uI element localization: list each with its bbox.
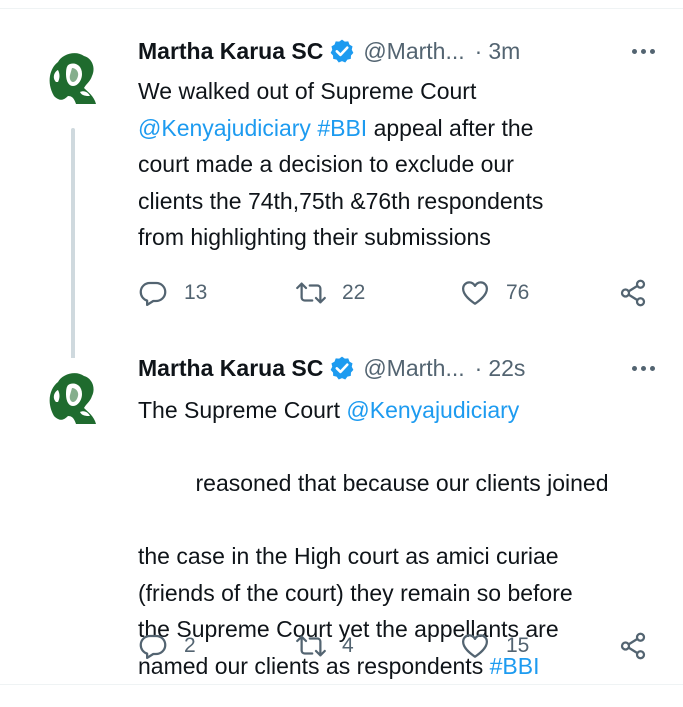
tweet-text: We walked out of Supreme Court @Kenyajud…: [138, 73, 663, 256]
reply-icon: [139, 634, 167, 659]
more-options-icon[interactable]: [632, 353, 655, 383]
reply-count: 13: [184, 281, 208, 304]
tweet-text-line: reasoned that because our clients joined: [138, 429, 663, 539]
bottom-divider: [0, 684, 683, 685]
reply-button[interactable]: 13: [138, 273, 207, 313]
tweet-actions: 2 4 15: [138, 626, 658, 666]
tweet-2[interactable]: Martha Karua SC @Marth... · 22s The Supr…: [0, 340, 683, 680]
tweet-header: Martha Karua SC @Marth... · 3m: [138, 36, 655, 66]
tweet-text-line: court made a decision to exclude our: [138, 146, 663, 183]
avatar[interactable]: [36, 358, 110, 432]
tweet-timestamp[interactable]: 3m: [488, 38, 520, 65]
author-handle[interactable]: @Marth...: [363, 355, 464, 382]
verified-badge-icon: [330, 39, 354, 63]
retweet-icon: [296, 635, 326, 657]
top-divider: [0, 8, 683, 9]
text-segment: court made a decision to exclude our: [138, 151, 514, 177]
text-segment: the case in the High court as amici curi…: [138, 543, 559, 569]
text-segment: We walked out of Supreme Court: [138, 78, 477, 104]
retweet-icon: [296, 282, 326, 304]
share-button[interactable]: [618, 273, 648, 313]
tweet-actions: 13 22 76: [138, 273, 658, 313]
text-segment: appeal after the: [367, 114, 534, 141]
share-icon: [620, 632, 646, 660]
like-button[interactable]: 76: [460, 273, 529, 313]
reply-button[interactable]: 2: [138, 626, 196, 666]
share-button[interactable]: [618, 626, 648, 666]
tweet-timestamp[interactable]: 22s: [488, 355, 525, 382]
verified-badge-icon: [330, 356, 354, 380]
text-segment: The Supreme Court: [138, 397, 347, 423]
tweet-text-line: the case in the High court as amici curi…: [138, 538, 663, 575]
avatar-portrait-icon: [36, 38, 110, 112]
tweet-text-line: We walked out of Supreme Court: [138, 73, 663, 110]
retweet-count: 4: [342, 634, 354, 657]
mention-link[interactable]: @Kenyajudiciary: [138, 115, 311, 141]
like-button[interactable]: 15: [460, 626, 529, 666]
reply-icon: [139, 281, 167, 306]
tweet-text-line: from highlighting their submissions: [138, 219, 663, 256]
tweet-text-line: (friends of the court) they remain so be…: [138, 575, 663, 612]
mention-link[interactable]: @Kenyajudiciary: [346, 397, 519, 423]
tweet-header: Martha Karua SC @Marth... · 22s: [138, 353, 655, 383]
tweet-thread: Martha Karua SC @Marth... · 3m We walked…: [0, 0, 683, 707]
like-heart-icon: [462, 634, 488, 658]
text-segment: from highlighting their submissions: [138, 224, 491, 250]
like-heart-icon: [462, 281, 488, 305]
header-separator: ·: [474, 354, 483, 381]
retweet-count: 22: [342, 281, 366, 304]
share-icon: [620, 279, 646, 307]
tweet-text-line: clients the 74th,75th &76th respondents: [138, 183, 663, 220]
retweet-button[interactable]: 4: [296, 626, 354, 666]
hashtag-link[interactable]: #BBI: [317, 115, 367, 141]
avatar[interactable]: [36, 38, 110, 112]
like-count: 76: [506, 281, 530, 304]
tweet-text-line: @Kenyajudiciary #BBI appeal after the: [138, 110, 663, 147]
author-handle[interactable]: @Marth...: [363, 38, 464, 65]
text-segment: (friends of the court) they remain so be…: [138, 579, 573, 606]
retweet-button[interactable]: 22: [296, 273, 365, 313]
thread-connector-line: [71, 128, 75, 360]
author-name[interactable]: Martha Karua SC: [138, 38, 323, 65]
reply-count: 2: [184, 634, 196, 657]
text-segment: clients the 74th,75th &76th respondents: [138, 187, 544, 214]
tweet-text-line: The Supreme Court @Kenyajudiciary: [138, 392, 663, 429]
avatar-portrait-icon: [36, 358, 110, 432]
more-options-icon[interactable]: [632, 36, 655, 66]
like-count: 15: [506, 634, 530, 657]
text-segment: reasoned that because our clients joined: [189, 470, 609, 496]
author-name[interactable]: Martha Karua SC: [138, 355, 323, 382]
header-separator: ·: [474, 37, 483, 64]
tweet-1[interactable]: Martha Karua SC @Marth... · 3m We walked…: [0, 18, 683, 360]
